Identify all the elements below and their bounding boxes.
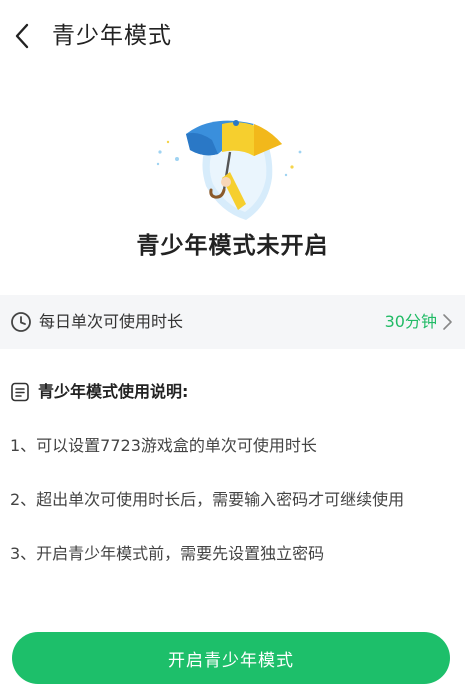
back-button[interactable] — [4, 16, 40, 56]
daily-time-limit-value: 30分钟 — [384, 312, 437, 331]
umbrella-shield-illustration — [156, 120, 302, 220]
chevron-left-icon — [15, 23, 29, 49]
enable-teen-mode-button[interactable]: 开启青少年模式 — [12, 632, 450, 684]
daily-time-limit-row[interactable]: 每日单次可使用时长 30分钟 — [0, 295, 465, 349]
clock-icon — [11, 312, 31, 332]
enable-teen-mode-label: 开启青少年模式 — [168, 650, 294, 670]
instruction-item: 3、开启青少年模式前，需要先设置独立密码 — [10, 544, 325, 563]
page-title: 青少年模式 — [52, 23, 172, 49]
document-icon — [11, 382, 29, 402]
mode-status-title: 青少年模式未开启 — [136, 233, 329, 259]
instruction-item: 2、超出单次可使用时长后，需要输入密码才可继续使用 — [10, 490, 405, 509]
instructions-title: 青少年模式使用说明: — [38, 382, 189, 401]
instruction-item: 1、可以设置7723游戏盒的单次可使用时长 — [10, 436, 317, 455]
chevron-right-icon — [443, 314, 452, 330]
app-header: 青少年模式 — [0, 0, 465, 72]
daily-time-limit-label: 每日单次可使用时长 — [39, 312, 184, 331]
